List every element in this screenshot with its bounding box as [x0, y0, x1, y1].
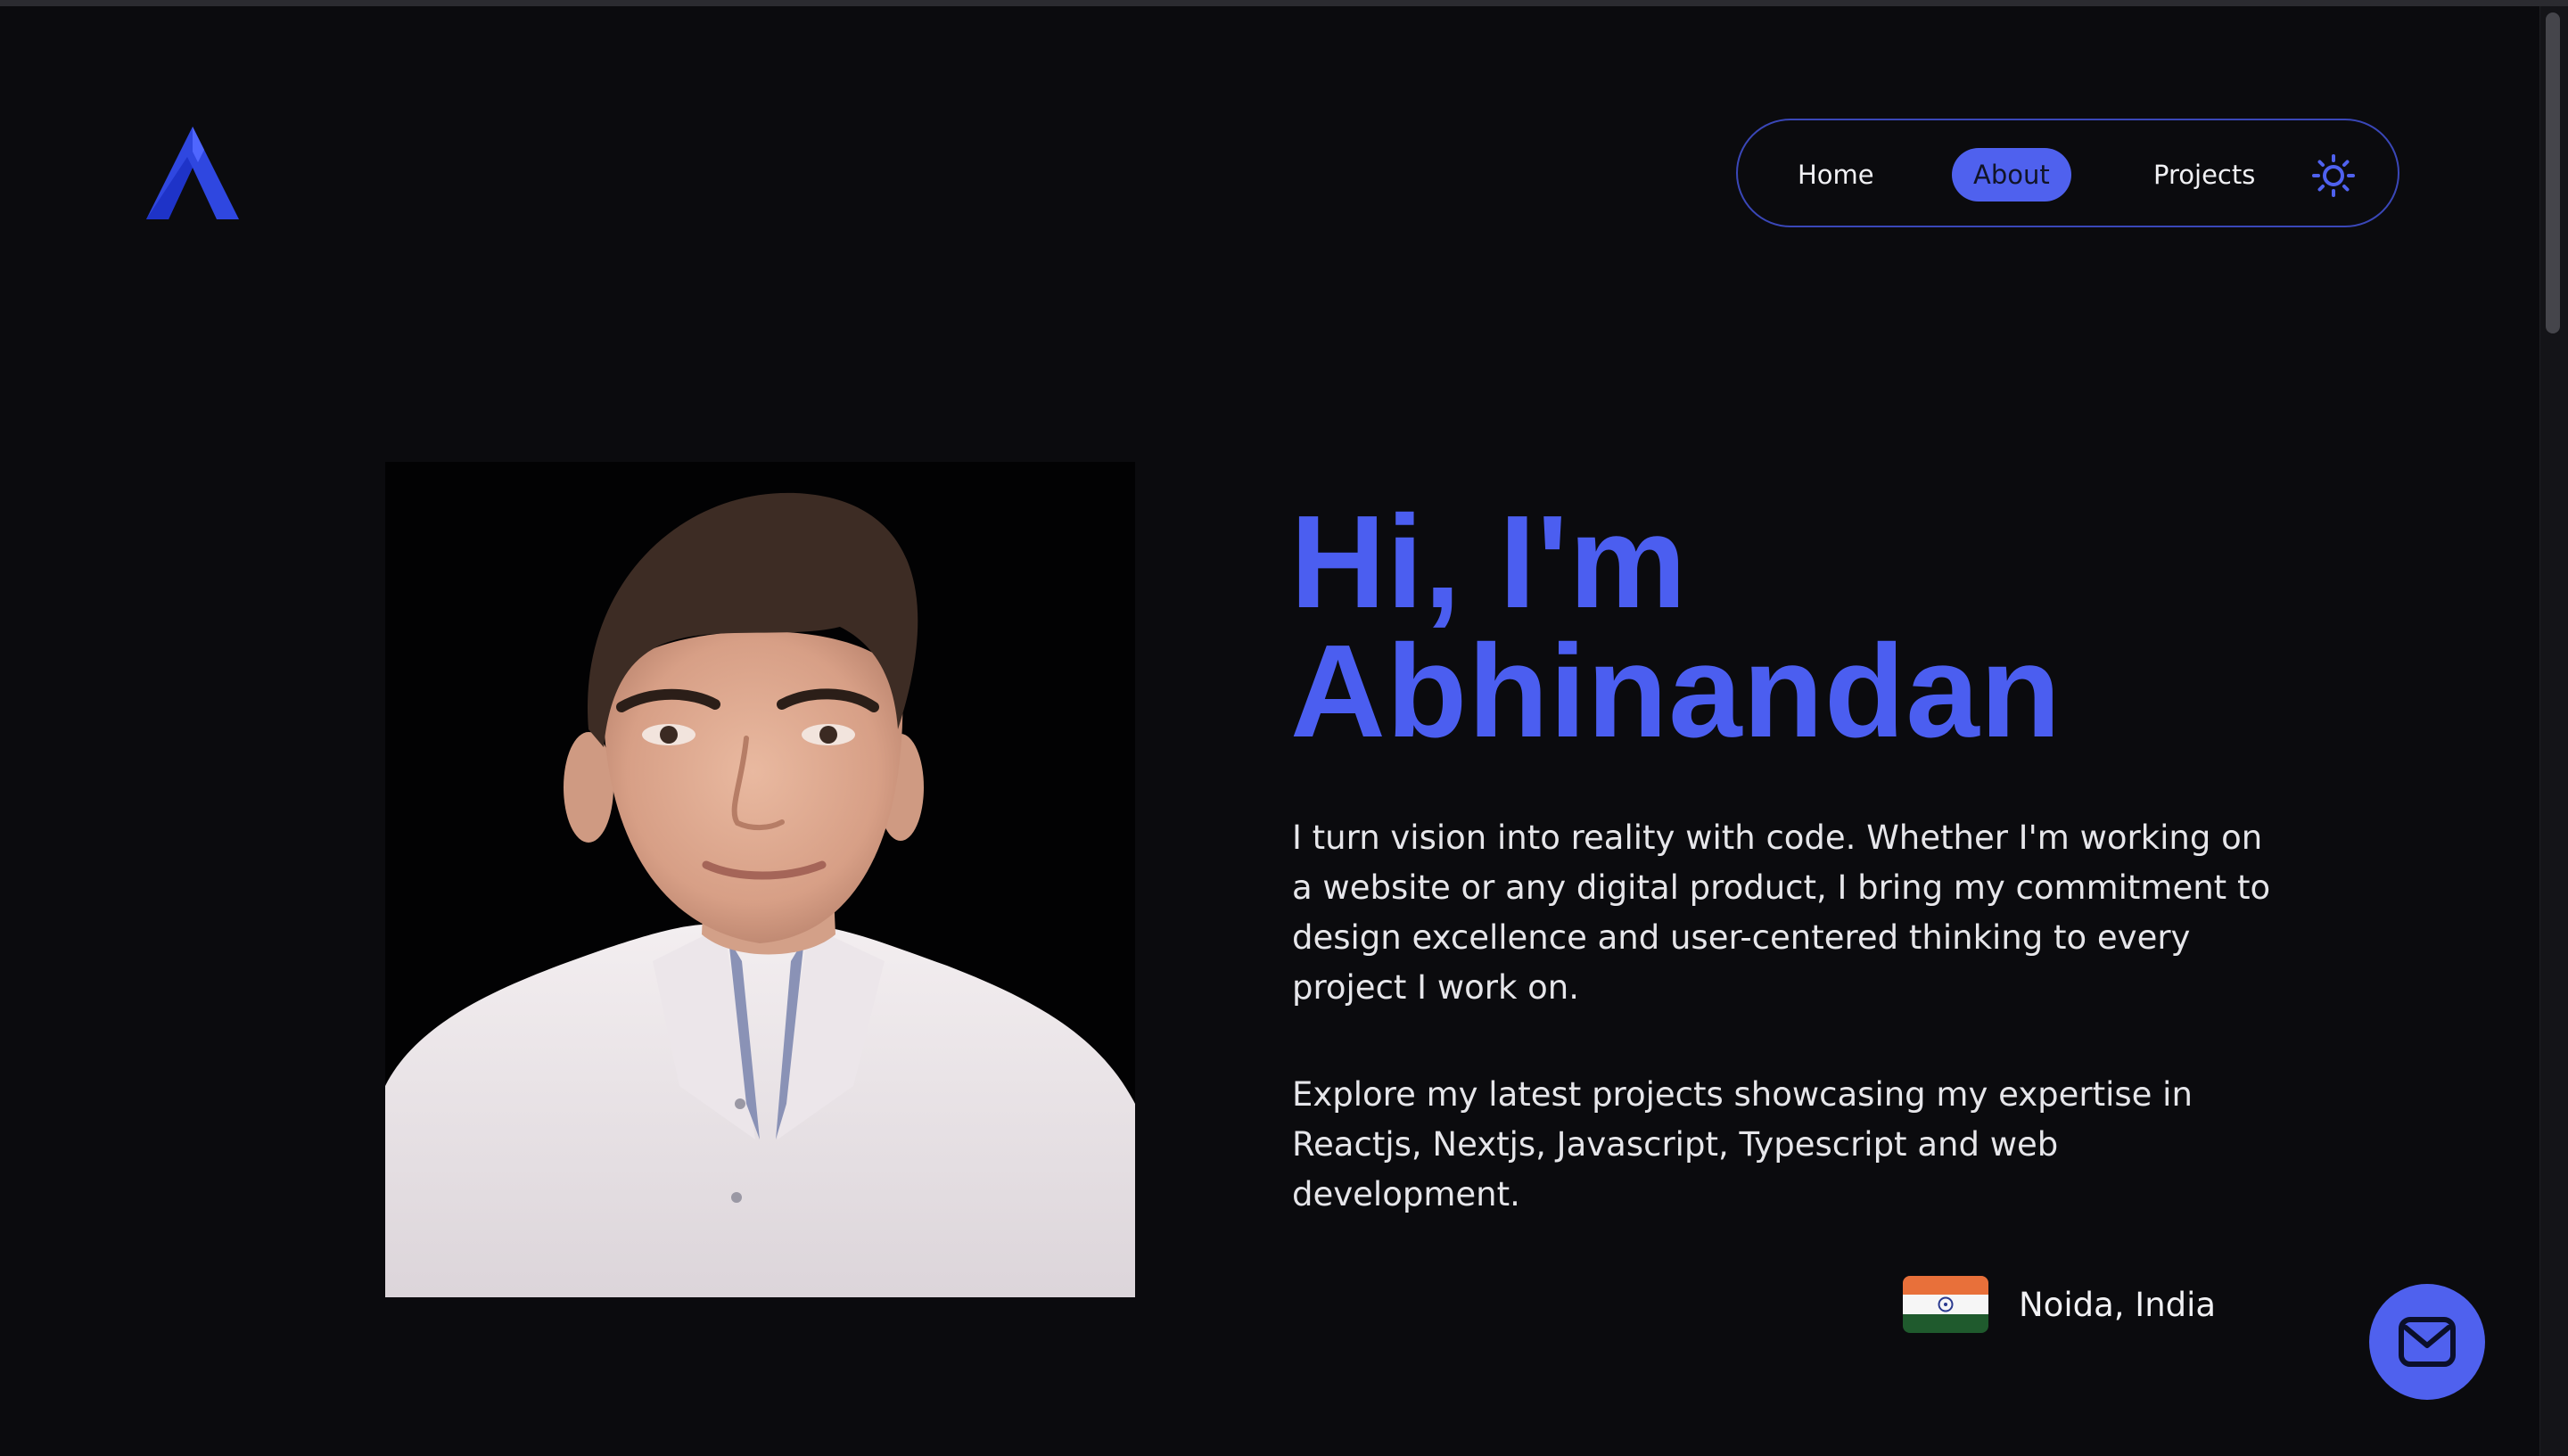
brand-logo-icon[interactable] — [146, 127, 239, 219]
profile-photo-illustration — [385, 462, 1135, 1297]
nav-home-link[interactable]: Home — [1776, 148, 1896, 202]
nav-about-link[interactable]: About — [1952, 148, 2071, 202]
india-flag-icon — [1903, 1276, 1988, 1333]
contact-mail-button[interactable] — [2369, 1284, 2485, 1400]
location-label: Noida, India — [2019, 1285, 2217, 1324]
browser-top-edge — [0, 0, 2568, 6]
ashoka-chakra-icon — [1938, 1296, 1954, 1312]
hero-heading-line-1: Hi, I'm — [1290, 489, 1688, 636]
hero-heading-line-2: Abhinandan — [1290, 618, 2062, 765]
mail-icon — [2399, 1317, 2456, 1367]
sun-icon[interactable] — [2312, 154, 2355, 197]
profile-photo — [385, 462, 1135, 1297]
location: Noida, India — [1903, 1275, 2216, 1334]
intro-paragraph: I turn vision into reality with code. Wh… — [1292, 818, 2271, 1007]
nav-projects-link[interactable]: Projects — [2132, 148, 2276, 202]
page-scrollbar-thumb[interactable] — [2546, 12, 2560, 333]
hero-heading: Hi, I'm Abhinandan — [1290, 489, 2360, 765]
main-nav: Home About Projects — [1736, 119, 2399, 227]
portfolio-page: Home About Projects Hi, I'm Abhinandan I… — [0, 0, 2568, 1456]
explore-paragraph: Explore my latest projects showcasing my… — [1292, 1075, 2193, 1213]
